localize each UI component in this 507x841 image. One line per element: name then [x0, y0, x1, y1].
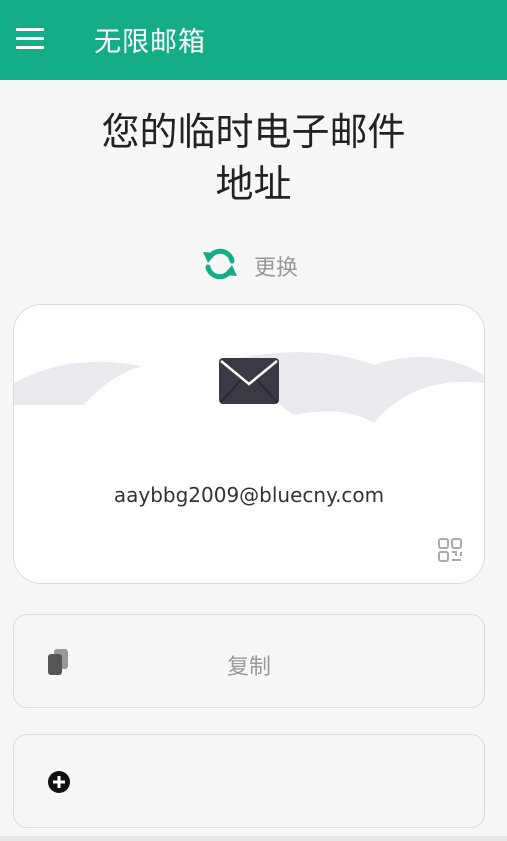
cloud-background: [14, 352, 484, 583]
refresh-address-button[interactable]: 更换: [202, 246, 298, 286]
app-title: 无限邮箱: [94, 27, 206, 58]
envelope-icon: [219, 358, 279, 408]
hamburger-menu-icon[interactable]: [16, 28, 44, 50]
qr-code-icon[interactable]: [438, 538, 462, 566]
app-bar: 无限邮箱: [0, 0, 507, 80]
page-heading: 您的临时电子邮件 地址: [0, 106, 507, 210]
heading-line-2: 地址: [215, 162, 292, 206]
copy-button[interactable]: 复制: [13, 614, 485, 708]
copy-label: 复制: [226, 655, 271, 680]
add-button[interactable]: [13, 734, 485, 828]
email-card: aaybbg2009@bluecny.com: [13, 304, 485, 584]
heading-line-1: 您的临时电子邮件: [101, 110, 406, 154]
plus-circle-icon: [48, 771, 70, 797]
email-address[interactable]: aaybbg2009@bluecny.com: [14, 483, 484, 507]
refresh-icon: [202, 246, 238, 286]
refresh-label: 更换: [254, 256, 299, 281]
bottom-divider: [0, 836, 507, 841]
